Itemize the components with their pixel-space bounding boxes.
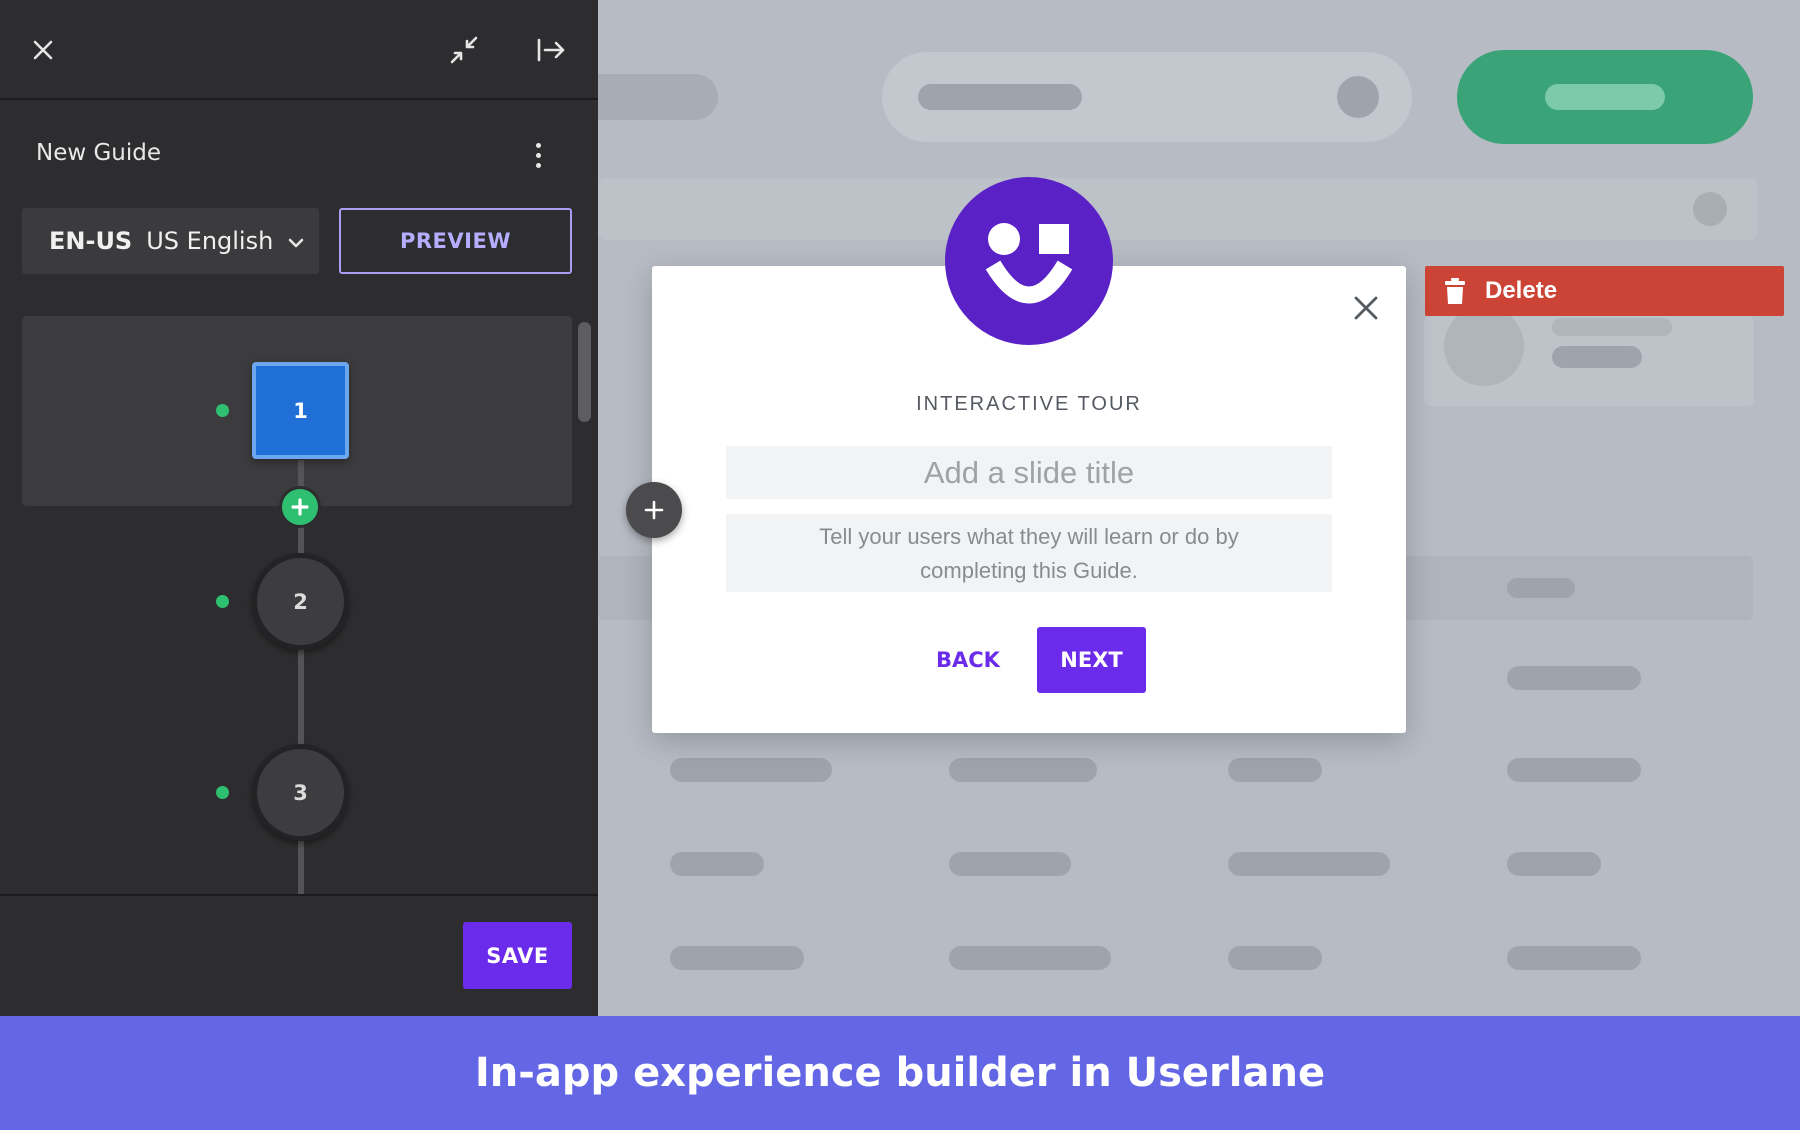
save-button[interactable]: SAVE [463, 922, 572, 989]
placeholder-cell [1507, 852, 1601, 876]
plus-icon[interactable] [626, 482, 682, 538]
close-icon[interactable] [21, 28, 65, 72]
placeholder-cell [670, 758, 832, 782]
dock-right-icon[interactable] [529, 28, 573, 72]
language-name: US English [146, 227, 274, 255]
placeholder-block [1552, 318, 1672, 336]
placeholder-cell [1507, 666, 1641, 690]
delete-button[interactable]: Delete [1425, 266, 1784, 316]
preview-button[interactable]: PREVIEW [339, 208, 572, 274]
placeholder-cell [1507, 758, 1641, 782]
collapse-icon[interactable] [442, 28, 486, 72]
placeholder-cell [1507, 946, 1641, 970]
placeholder-avatar [1337, 76, 1379, 118]
step-status-dot [216, 786, 229, 799]
back-button[interactable]: BACK [925, 627, 1011, 693]
slide-title-input[interactable] [726, 446, 1332, 499]
language-select[interactable]: EN-US US English [22, 208, 319, 274]
step-node-2[interactable]: 2 [252, 553, 349, 650]
placeholder-avatar [1444, 306, 1524, 386]
steps-scrollbar[interactable] [578, 322, 591, 422]
more-vertical-icon[interactable] [524, 138, 552, 172]
placeholder-block [1552, 346, 1642, 368]
step-node-3[interactable]: 3 [252, 744, 349, 841]
placeholder-avatar [1693, 192, 1727, 226]
steps-timeline: 1 2 3 [0, 312, 598, 894]
chevron-down-icon [287, 227, 305, 255]
guide-editor-panel: New Guide EN-US US English PREVIEW 1 2 3… [0, 0, 598, 1016]
close-icon[interactable] [1344, 286, 1388, 330]
placeholder-cell [949, 852, 1071, 876]
placeholder-primary-button [1457, 50, 1753, 144]
placeholder-cell [670, 852, 764, 876]
placeholder-cell [1228, 852, 1390, 876]
placeholder-cell [949, 758, 1097, 782]
language-code: EN-US [49, 227, 133, 255]
placeholder-block [598, 74, 718, 120]
caption-banner: In-app experience builder in Userlane [0, 1016, 1800, 1130]
placeholder-cell [949, 946, 1111, 970]
placeholder-cell [670, 946, 804, 970]
placeholder-cell [1228, 758, 1322, 782]
placeholder-block [918, 84, 1082, 110]
delete-label: Delete [1485, 277, 1558, 304]
step-node-1[interactable]: 1 [252, 362, 349, 459]
placeholder-cell [1228, 946, 1322, 970]
smiley-logo-icon [945, 177, 1113, 345]
slide-description-input[interactable] [726, 514, 1332, 592]
step-status-dot [216, 404, 229, 417]
next-button[interactable]: NEXT [1037, 627, 1146, 693]
step-status-dot [216, 595, 229, 608]
modal-subtitle: INTERACTIVE TOUR [916, 393, 1142, 415]
guide-title[interactable]: New Guide [36, 140, 161, 166]
plus-icon[interactable] [279, 486, 321, 528]
trash-icon [1445, 278, 1465, 304]
panel-toolbar [0, 0, 598, 100]
placeholder-toolbar [598, 178, 1758, 240]
placeholder-block [1507, 578, 1575, 598]
